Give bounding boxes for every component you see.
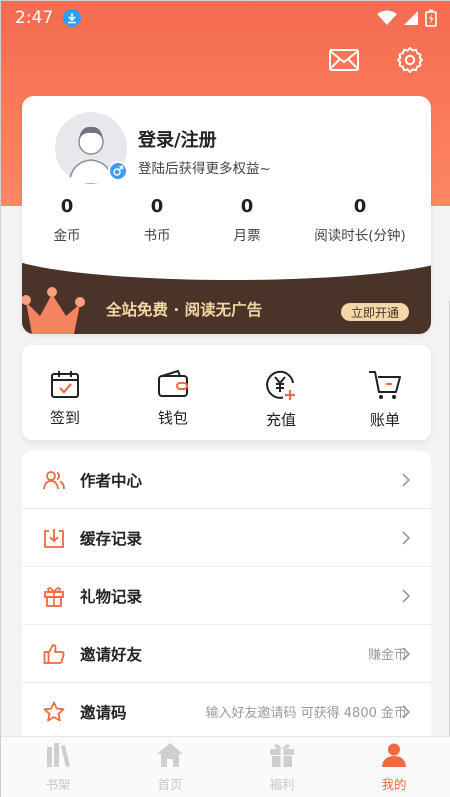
wifi-icon: [377, 10, 397, 25]
menu-label: 作者中心: [80, 471, 143, 490]
menu-item-author-center[interactable]: 作者中心: [22, 451, 431, 509]
stat-label: 阅读时长(分钟): [314, 228, 406, 244]
stat-label: 月票: [233, 228, 261, 244]
chevron-right-icon: [402, 646, 410, 661]
stat-value: 0: [353, 196, 367, 217]
quick-action-label: 充值: [265, 411, 296, 429]
menu-label: 邀请好友: [80, 645, 143, 664]
star-icon: [43, 701, 65, 721]
stat-value: 0: [150, 196, 164, 217]
wallet-button[interactable]: 钱包: [143, 369, 203, 428]
tab-label: 首页: [157, 777, 183, 792]
bottom-tab-bar: 书架 首页 福利 我的: [1, 736, 450, 797]
status-time: 2:47: [15, 8, 54, 28]
chevron-right-icon: [402, 704, 410, 719]
stat-label: 金币: [53, 228, 81, 244]
quick-action-label: 签到: [49, 409, 80, 427]
download-icon: [44, 528, 64, 548]
quick-actions-card: 签到 钱包 充值 账单: [22, 345, 431, 440]
male-gender-icon: [108, 161, 128, 181]
yen-plus-icon: [266, 370, 295, 400]
message-envelope-icon[interactable]: [327, 43, 361, 77]
stat-value: 0: [60, 196, 74, 217]
wallet-icon: [158, 369, 188, 397]
crown-icon: [22, 287, 85, 334]
stat-coins[interactable]: 0 金币: [22, 196, 112, 244]
menu-label: 礼物记录: [80, 587, 143, 606]
signal-icon: [404, 11, 418, 25]
stat-value: 0: [240, 196, 254, 217]
tab-mine[interactable]: 我的: [359, 743, 429, 793]
calendar-check-icon: [51, 371, 79, 398]
menu-label: 邀请码: [80, 703, 127, 722]
profile-card: 登录/注册 登陆后获得更多权益~ 0 金币 0 书币 0 月票 0 阅读时长(分…: [22, 96, 431, 334]
tab-bookshelf[interactable]: 书架: [23, 743, 93, 793]
thumbs-up-icon: [43, 643, 65, 664]
author-icon: [43, 470, 65, 489]
person-icon: [382, 743, 406, 767]
chevron-right-icon: [402, 472, 410, 487]
recharge-button[interactable]: 充值: [251, 369, 311, 430]
menu-item-invite-code[interactable]: 邀请码 输入好友邀请码 可获得 4800 金币: [22, 683, 431, 741]
cart-icon: [369, 371, 401, 399]
tab-label: 福利: [269, 777, 295, 792]
tab-label: 书架: [45, 777, 71, 792]
menu-list: 作者中心 缓存记录 礼物记录 邀请好友 赚金币 邀请码 输入好友邀请码 可获得 …: [22, 451, 431, 751]
bill-button[interactable]: 账单: [355, 369, 415, 430]
tab-label: 我的: [381, 777, 407, 792]
status-bar: 2:47: [1, 1, 450, 35]
checkin-button[interactable]: 签到: [35, 369, 95, 428]
quick-action-label: 钱包: [157, 409, 188, 427]
gift-box-icon: [270, 744, 294, 767]
chevron-right-icon: [402, 588, 410, 603]
stat-reading-time[interactable]: 0 阅读时长(分钟): [305, 196, 415, 244]
tab-welfare[interactable]: 福利: [247, 743, 317, 793]
menu-label: 缓存记录: [80, 529, 143, 548]
quick-action-label: 账单: [369, 411, 400, 429]
menu-item-gift-records[interactable]: 礼物记录: [22, 567, 431, 625]
home-icon: [157, 743, 183, 767]
vip-banner-text: 全站免费 · 阅读无广告: [106, 301, 263, 319]
chevron-right-icon: [402, 530, 410, 545]
vip-banner[interactable]: 全站免费 · 阅读无广告 立即开通: [22, 262, 431, 334]
stat-label: 书币: [143, 228, 171, 244]
login-subtitle: 登陆后获得更多权益~: [138, 161, 271, 177]
tab-home[interactable]: 首页: [135, 743, 205, 793]
menu-item-cache-records[interactable]: 缓存记录: [22, 509, 431, 567]
battery-icon: [425, 9, 437, 27]
download-notification-icon: [63, 9, 82, 27]
menu-item-invite-friends[interactable]: 邀请好友 赚金币: [22, 625, 431, 683]
settings-gear-icon[interactable]: [393, 43, 427, 77]
stat-monthly-tickets[interactable]: 0 月票: [202, 196, 292, 244]
stat-book-coins[interactable]: 0 书币: [112, 196, 202, 244]
bookshelf-icon: [47, 743, 70, 767]
vip-activate-button[interactable]: 立即开通: [340, 303, 409, 321]
login-register-link[interactable]: 登录/注册: [138, 126, 217, 152]
menu-hint: 输入好友邀请码 可获得 4800 金币: [205, 706, 407, 721]
gift-icon: [44, 586, 64, 607]
